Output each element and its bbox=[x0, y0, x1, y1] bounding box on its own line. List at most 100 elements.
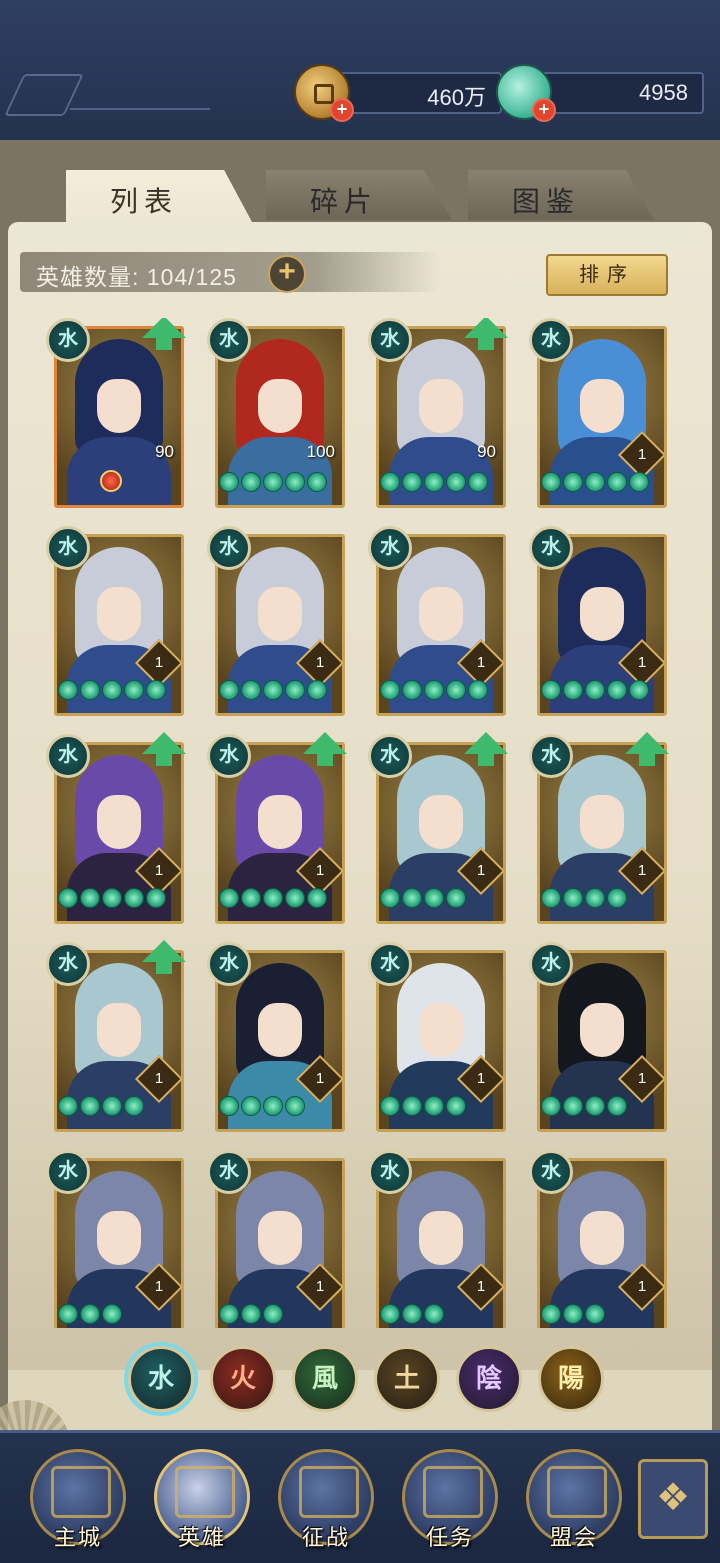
add-shell-button[interactable]: + bbox=[532, 98, 556, 122]
star-icon bbox=[124, 680, 144, 700]
hero-card[interactable]: 水 100 bbox=[207, 318, 345, 508]
star-icon bbox=[402, 472, 422, 492]
star-icon bbox=[285, 472, 305, 492]
water-element-icon: 水 bbox=[529, 942, 573, 986]
coin-amount: 460万 bbox=[427, 85, 486, 110]
star-icon bbox=[380, 472, 400, 492]
hero-level: 1 bbox=[154, 1070, 164, 1087]
hero-card[interactable]: 水1 bbox=[46, 940, 186, 1132]
star-icon bbox=[607, 472, 627, 492]
star-icon bbox=[468, 680, 488, 700]
star-icon bbox=[563, 1096, 583, 1116]
star-row bbox=[219, 1304, 285, 1324]
hero-card[interactable]: 水1 bbox=[207, 526, 345, 716]
hero-level: 1 bbox=[476, 1070, 486, 1087]
water-element-icon: 水 bbox=[207, 942, 251, 986]
star-icon bbox=[585, 1304, 605, 1324]
element-filter-2[interactable]: 火 bbox=[210, 1346, 276, 1412]
hero-card[interactable]: 水1 bbox=[529, 526, 667, 716]
star-row bbox=[219, 472, 329, 492]
star-icon bbox=[607, 680, 627, 700]
water-element-icon: 水 bbox=[46, 526, 90, 570]
sort-button[interactable]: 排序 bbox=[546, 254, 668, 296]
nav-main-city-button[interactable]: 主城 bbox=[30, 1449, 126, 1550]
star-row bbox=[380, 1304, 446, 1324]
upgrade-arrow-icon bbox=[142, 940, 186, 974]
hero-card[interactable]: 水1 bbox=[368, 526, 506, 716]
hero-card[interactable]: 水1 bbox=[529, 1150, 667, 1328]
add-hero-slot-button[interactable]: + bbox=[268, 255, 306, 293]
hero-card[interactable]: 水1 bbox=[368, 1150, 506, 1328]
hero-card[interactable]: 水1 bbox=[529, 318, 667, 508]
hero-level: 1 bbox=[476, 654, 486, 671]
hero-card[interactable]: 水1 bbox=[46, 732, 186, 924]
add-coin-button[interactable]: + bbox=[330, 98, 354, 122]
star-row bbox=[380, 472, 490, 492]
star-icon bbox=[146, 888, 166, 908]
hero-card[interactable]: 水 90 bbox=[368, 318, 508, 508]
tab-codex[interactable]: 图鉴 bbox=[468, 170, 654, 220]
hero-card[interactable]: 水1 bbox=[529, 942, 667, 1132]
water-element-icon: 水 bbox=[368, 942, 412, 986]
star-icon bbox=[585, 1096, 605, 1116]
hero-count-bar: 英雄数量: 104/125 bbox=[20, 252, 440, 292]
star-row bbox=[541, 1304, 607, 1324]
hero-level: 1 bbox=[315, 654, 325, 671]
star-icon bbox=[219, 1304, 239, 1324]
star-icon bbox=[380, 1096, 400, 1116]
star-row bbox=[380, 1096, 468, 1116]
hero-level: 1 bbox=[637, 1070, 647, 1087]
hero-card[interactable]: 水1 bbox=[207, 732, 347, 924]
tab-codex-label: 图鉴 bbox=[511, 186, 580, 217]
star-icon bbox=[541, 680, 561, 700]
hero-card[interactable]: 水1 bbox=[368, 942, 506, 1132]
nav-quests-button[interactable]: 任务 bbox=[402, 1449, 498, 1550]
nav-campaign-icon bbox=[299, 1466, 359, 1518]
hero-card[interactable]: 水1 bbox=[368, 732, 508, 924]
hero-level: 1 bbox=[154, 654, 164, 671]
star-icon bbox=[263, 1096, 283, 1116]
star-row bbox=[58, 888, 168, 908]
star-icon bbox=[424, 1096, 444, 1116]
hero-card[interactable]: 水 90 bbox=[46, 318, 186, 508]
star-row bbox=[541, 472, 651, 492]
element-filter-4[interactable]: 土 bbox=[374, 1346, 440, 1412]
star-icon bbox=[424, 1304, 444, 1324]
star-icon bbox=[541, 472, 561, 492]
shell-counter[interactable]: + 4958 bbox=[496, 64, 704, 122]
hero-level: 1 bbox=[154, 1278, 164, 1295]
coin-counter[interactable]: + 460万 bbox=[294, 64, 502, 122]
water-element-icon: 水 bbox=[46, 734, 90, 778]
hero-card[interactable]: 水1 bbox=[529, 732, 669, 924]
star-icon bbox=[80, 888, 100, 908]
nav-campaign-button[interactable]: 征战 bbox=[278, 1449, 374, 1550]
hero-level: 90 bbox=[155, 442, 174, 461]
element-filter-1[interactable]: 水 bbox=[128, 1346, 194, 1412]
tab-list[interactable]: 列表 bbox=[66, 170, 252, 222]
hero-card[interactable]: 水1 bbox=[46, 1150, 184, 1328]
hero-level: 90 bbox=[477, 442, 496, 461]
upgrade-arrow-icon bbox=[464, 318, 508, 350]
nav-heroes-button[interactable]: 英雄 bbox=[154, 1449, 250, 1550]
star-icon bbox=[58, 888, 78, 908]
hero-level: 1 bbox=[315, 862, 325, 879]
star-icon bbox=[285, 680, 305, 700]
star-icon bbox=[58, 680, 78, 700]
star-icon bbox=[402, 680, 422, 700]
star-icon bbox=[241, 1304, 261, 1324]
menu-button[interactable]: ❖ bbox=[638, 1459, 708, 1539]
hero-card[interactable]: 水1 bbox=[207, 1150, 345, 1328]
nav-alliance-button[interactable]: 盟会 bbox=[526, 1449, 622, 1550]
star-icon bbox=[446, 1096, 466, 1116]
water-element-icon: 水 bbox=[46, 942, 90, 986]
hero-card[interactable]: 水1 bbox=[207, 942, 345, 1132]
hero-card[interactable]: 水1 bbox=[46, 526, 184, 716]
upgrade-arrow-icon bbox=[142, 732, 186, 766]
star-icon bbox=[563, 888, 583, 908]
star-icon bbox=[263, 680, 283, 700]
element-filter-5[interactable]: 陰 bbox=[456, 1346, 522, 1412]
element-filter-6[interactable]: 陽 bbox=[538, 1346, 604, 1412]
tab-fragments[interactable]: 碎片 bbox=[266, 170, 452, 220]
element-filter-3[interactable]: 風 bbox=[292, 1346, 358, 1412]
star-row bbox=[380, 680, 490, 700]
